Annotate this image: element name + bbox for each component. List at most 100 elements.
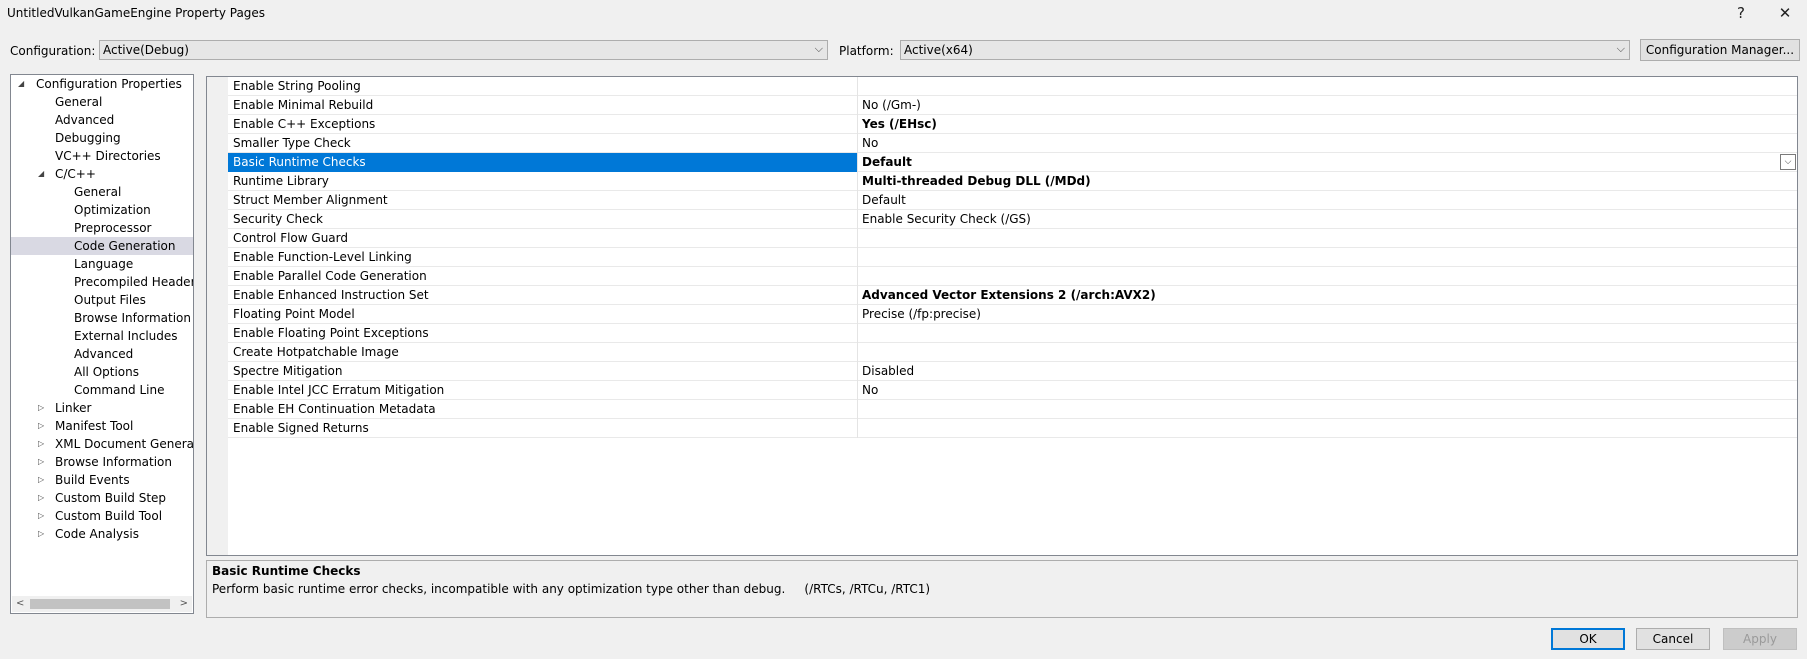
property-value[interactable]: Precise (/fp:precise): [862, 307, 981, 321]
expand-icon[interactable]: ▷: [38, 471, 44, 489]
horizontal-scrollbar[interactable]: < >: [12, 596, 192, 612]
tree-item[interactable]: Precompiled Headers: [11, 273, 193, 291]
tree-item[interactable]: Preprocessor: [11, 219, 193, 237]
property-row[interactable]: Security Check Enable Security Check (/GS…: [228, 210, 1797, 229]
tree-item[interactable]: Output Files: [11, 291, 193, 309]
property-row[interactable]: Smaller Type Check No: [228, 134, 1797, 153]
tree-item[interactable]: ▷ XML Document Generator: [11, 435, 193, 453]
tree-item[interactable]: Language: [11, 255, 193, 273]
platform-value: Active(x64): [904, 43, 973, 57]
tree-item[interactable]: All Options: [11, 363, 193, 381]
property-value[interactable]: No (/Gm-): [862, 98, 921, 112]
tree-item[interactable]: ▷ Custom Build Step: [11, 489, 193, 507]
tree-item[interactable]: General: [11, 93, 193, 111]
tree-item[interactable]: Optimization: [11, 201, 193, 219]
property-row[interactable]: Spectre Mitigation Disabled: [228, 362, 1797, 381]
configuration-manager-button[interactable]: Configuration Manager...: [1640, 39, 1800, 61]
scroll-right-icon[interactable]: >: [180, 596, 188, 612]
tree-item[interactable]: General: [11, 183, 193, 201]
column-divider: [857, 210, 858, 229]
column-divider: [857, 229, 858, 248]
tree-item[interactable]: Command Line: [11, 381, 193, 399]
property-value[interactable]: Multi-threaded Debug DLL (/MDd): [862, 174, 1091, 188]
property-row[interactable]: Runtime Library Multi-threaded Debug DLL …: [228, 172, 1797, 191]
property-row[interactable]: Enable Intel JCC Erratum Mitigation No: [228, 381, 1797, 400]
expand-icon[interactable]: ▷: [38, 489, 44, 507]
property-value[interactable]: Disabled: [862, 364, 914, 378]
scrollbar-thumb[interactable]: [30, 599, 170, 609]
value-dropdown-button[interactable]: ⌵: [1780, 154, 1796, 170]
property-row[interactable]: Struct Member Alignment Default: [228, 191, 1797, 210]
column-divider: [857, 172, 858, 191]
property-row[interactable]: Enable Parallel Code Generation: [228, 267, 1797, 286]
tree-item[interactable]: Code Generation: [11, 237, 193, 255]
tree-item[interactable]: ◢ Configuration Properties: [11, 75, 193, 93]
property-value[interactable]: Default: [862, 155, 912, 169]
configuration-dropdown[interactable]: Active(Debug) ⌵: [99, 40, 828, 60]
property-row[interactable]: Create Hotpatchable Image: [228, 343, 1797, 362]
tree-item[interactable]: ▷ Linker: [11, 399, 193, 417]
tree-item[interactable]: ▷ Browse Information: [11, 453, 193, 471]
ok-button[interactable]: OK: [1551, 628, 1625, 650]
tree-item[interactable]: ▷ Build Events: [11, 471, 193, 489]
property-row[interactable]: Enable Function-Level Linking: [228, 248, 1797, 267]
tree-item-label: External Includes: [74, 329, 178, 343]
collapse-icon[interactable]: ◢: [38, 165, 44, 183]
help-icon[interactable]: ?: [1726, 2, 1756, 24]
column-divider: [857, 134, 858, 153]
window-title: UntitledVulkanGameEngine Property Pages: [7, 6, 266, 20]
expand-icon[interactable]: ▷: [38, 525, 44, 543]
property-row[interactable]: Control Flow Guard: [228, 229, 1797, 248]
tree-item-label: Optimization: [74, 203, 151, 217]
tree-item-label: Debugging: [55, 131, 121, 145]
property-row[interactable]: Enable EH Continuation Metadata: [228, 400, 1797, 419]
apply-button[interactable]: Apply: [1723, 628, 1797, 650]
cancel-button[interactable]: Cancel: [1636, 628, 1710, 650]
tree-item[interactable]: ▷ Manifest Tool: [11, 417, 193, 435]
expand-icon[interactable]: ▷: [38, 399, 44, 417]
expand-icon[interactable]: ▷: [38, 435, 44, 453]
property-value[interactable]: Yes (/EHsc): [862, 117, 937, 131]
tree-item[interactable]: Advanced: [11, 111, 193, 129]
tree-item[interactable]: VC++ Directories: [11, 147, 193, 165]
property-row[interactable]: Basic Runtime Checks Default ⌵: [228, 153, 1797, 172]
column-divider: [857, 267, 858, 286]
collapse-icon[interactable]: ◢: [18, 75, 24, 93]
property-name: Enable Function-Level Linking: [233, 250, 412, 264]
tree-item[interactable]: Browse Information: [11, 309, 193, 327]
tree-item-label: Command Line: [74, 383, 165, 397]
tree-item[interactable]: Advanced: [11, 345, 193, 363]
expand-icon[interactable]: ▷: [38, 417, 44, 435]
property-value[interactable]: Enable Security Check (/GS): [862, 212, 1031, 226]
property-row[interactable]: Enable Minimal Rebuild No (/Gm-): [228, 96, 1797, 115]
close-icon[interactable]: ✕: [1770, 2, 1800, 24]
tree-item[interactable]: Debugging: [11, 129, 193, 147]
property-row[interactable]: Enable C++ Exceptions Yes (/EHsc): [228, 115, 1797, 134]
expand-icon[interactable]: ▷: [38, 507, 44, 525]
tree-item[interactable]: ▷ Code Analysis: [11, 525, 193, 543]
chevron-down-icon: ⌵: [814, 42, 823, 55]
tree-item[interactable]: External Includes: [11, 327, 193, 345]
property-row[interactable]: Enable Signed Returns: [228, 419, 1797, 438]
tree-item[interactable]: ▷ Custom Build Tool: [11, 507, 193, 525]
tree-item-label: Language: [74, 257, 134, 271]
property-value[interactable]: Default: [862, 193, 906, 207]
tree-item-label: Code Generation: [74, 239, 176, 253]
property-row[interactable]: Floating Point Model Precise (/fp:precise…: [228, 305, 1797, 324]
property-row[interactable]: Enable Enhanced Instruction Set Advanced …: [228, 286, 1797, 305]
property-value[interactable]: No: [862, 136, 878, 150]
tree-item-label: Linker: [55, 401, 92, 415]
expand-icon[interactable]: ▷: [38, 453, 44, 471]
column-divider: [857, 96, 858, 115]
scroll-left-icon[interactable]: <: [16, 596, 24, 612]
property-row[interactable]: Enable Floating Point Exceptions: [228, 324, 1797, 343]
property-name: Control Flow Guard: [233, 231, 348, 245]
column-divider: [857, 362, 858, 381]
property-name: Create Hotpatchable Image: [233, 345, 399, 359]
property-value[interactable]: Advanced Vector Extensions 2 (/arch:AVX2…: [862, 288, 1156, 302]
platform-dropdown[interactable]: Active(x64) ⌵: [900, 40, 1630, 60]
property-value[interactable]: No: [862, 383, 878, 397]
tree-item[interactable]: ◢ C/C++: [11, 165, 193, 183]
property-row[interactable]: Enable String Pooling: [228, 77, 1797, 96]
property-tree[interactable]: ◢ Configuration Properties General Advanced…: [10, 74, 194, 614]
